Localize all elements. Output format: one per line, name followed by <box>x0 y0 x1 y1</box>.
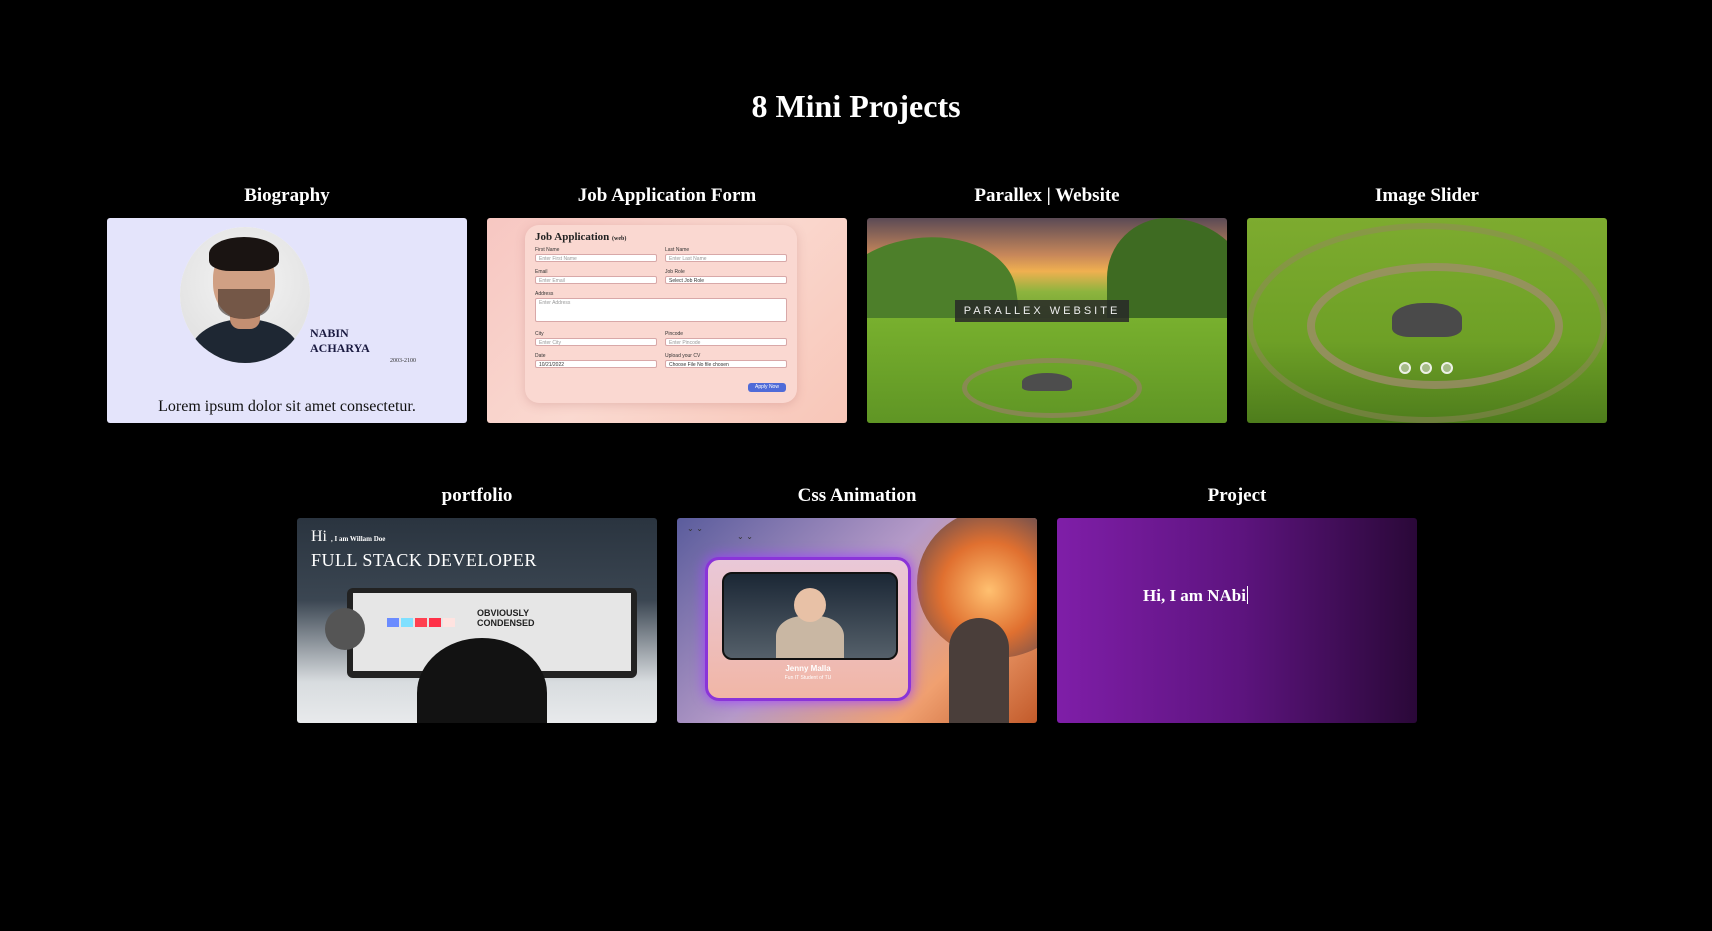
field-label: Last Name <box>665 247 690 253</box>
profile-name: Jenny Malla <box>785 664 831 673</box>
city-input: Enter City <box>535 338 657 346</box>
project-title: Image Slider <box>1375 185 1479 206</box>
job-application-thumbnail[interactable]: Job Application (web) First Name Enter F… <box>487 218 847 423</box>
css-animation-thumbnail[interactable]: ⌄ ⌄ ⌄ ⌄ Jenny Malla Fun IT Student of TU <box>677 518 1037 723</box>
field-label: Address <box>535 291 554 297</box>
email-input: Enter Email <box>535 276 657 284</box>
date-input: 10/21/2022 <box>535 360 657 368</box>
image-slider-thumbnail[interactable] <box>1247 218 1607 423</box>
profile-photo <box>722 572 898 660</box>
first-name-input: Enter First Name <box>535 254 657 262</box>
text-caret <box>1246 586 1248 604</box>
bio-years: 2003-2100 <box>390 358 416 364</box>
project-card-parallax[interactable]: Parallex | Website PARALLEX WEBSITE <box>867 184 1227 423</box>
bio-name: NABIN ACHARYA <box>310 326 370 355</box>
job-form-heading: Job Application (web) <box>535 231 627 243</box>
project-card-portfolio[interactable]: portfolio OBVIOUSLY CONDENSED Hi , I am … <box>297 484 657 723</box>
last-name-input: Enter Last Name <box>665 254 787 262</box>
bio-text: Lorem ipsum dolor sit amet consectetur. <box>158 398 416 415</box>
cv-upload-input: Choose File No file chosen <box>665 360 787 368</box>
project-title: Job Application Form <box>577 185 757 206</box>
project-title: Css Animation <box>797 485 917 506</box>
slider-dot[interactable] <box>1399 362 1411 374</box>
profile-card: Jenny Malla Fun IT Student of TU <box>705 557 911 701</box>
project-card-job-application[interactable]: Job Application Form Job Application (we… <box>487 184 847 423</box>
project-title: Project <box>1207 485 1267 506</box>
portfolio-greeting: Hi , I am Willam Doe <box>311 528 386 545</box>
profile-subtitle: Fun IT Student of TU <box>784 675 832 681</box>
address-textarea: Enter Address <box>535 298 787 322</box>
apply-now-button: Apply Now <box>748 383 786 392</box>
page-title: 8 Mini Projects <box>751 88 961 124</box>
project-title: portfolio <box>441 485 513 506</box>
field-label: Job Role <box>665 269 685 275</box>
field-label: Pincode <box>665 331 684 337</box>
pincode-input: Enter Pincode <box>665 338 787 346</box>
slider-dot[interactable] <box>1420 362 1432 374</box>
project-title: Biography <box>244 185 330 206</box>
biography-thumbnail[interactable]: NABIN ACHARYA 2003-2100 Lorem ipsum dolo… <box>107 218 467 423</box>
field-label: Email <box>535 269 548 275</box>
job-form-preview: Job Application (web) First Name Enter F… <box>525 225 797 403</box>
portfolio-role: FULL STACK DEVELOPER <box>311 550 537 570</box>
parallax-label: PARALLEX WEBSITE <box>955 300 1129 322</box>
slider-dot[interactable] <box>1441 362 1453 374</box>
field-label: City <box>535 331 544 337</box>
screen-text: OBVIOUSLY CONDENSED <box>477 608 535 628</box>
typing-text: Hi, I am NAbi <box>1143 586 1248 605</box>
job-role-select: Select Job Role <box>665 276 787 284</box>
parallax-thumbnail[interactable]: PARALLEX WEBSITE <box>867 218 1227 423</box>
project-card-biography[interactable]: Biography NABIN ACHARYA 2003-2100 Lorem … <box>107 184 467 423</box>
field-label: First Name <box>535 247 560 253</box>
field-label: Date <box>535 353 546 359</box>
avatar <box>180 227 310 363</box>
project-card-project[interactable]: Project Hi, I am NAbi <box>1057 484 1417 723</box>
slider-dots <box>1399 362 1453 374</box>
project-card-image-slider[interactable]: Image Slider <box>1247 184 1607 423</box>
project-title: Parallex | Website <box>974 185 1120 206</box>
portfolio-thumbnail[interactable]: OBVIOUSLY CONDENSED Hi , I am Willam Doe… <box>297 518 657 723</box>
project-thumbnail[interactable]: Hi, I am NAbi <box>1057 518 1417 723</box>
field-label: Upload your CV <box>665 353 701 359</box>
project-card-css-animation[interactable]: Css Animation ⌄ ⌄ ⌄ ⌄ Jenny Malla Fun IT… <box>677 484 1037 723</box>
